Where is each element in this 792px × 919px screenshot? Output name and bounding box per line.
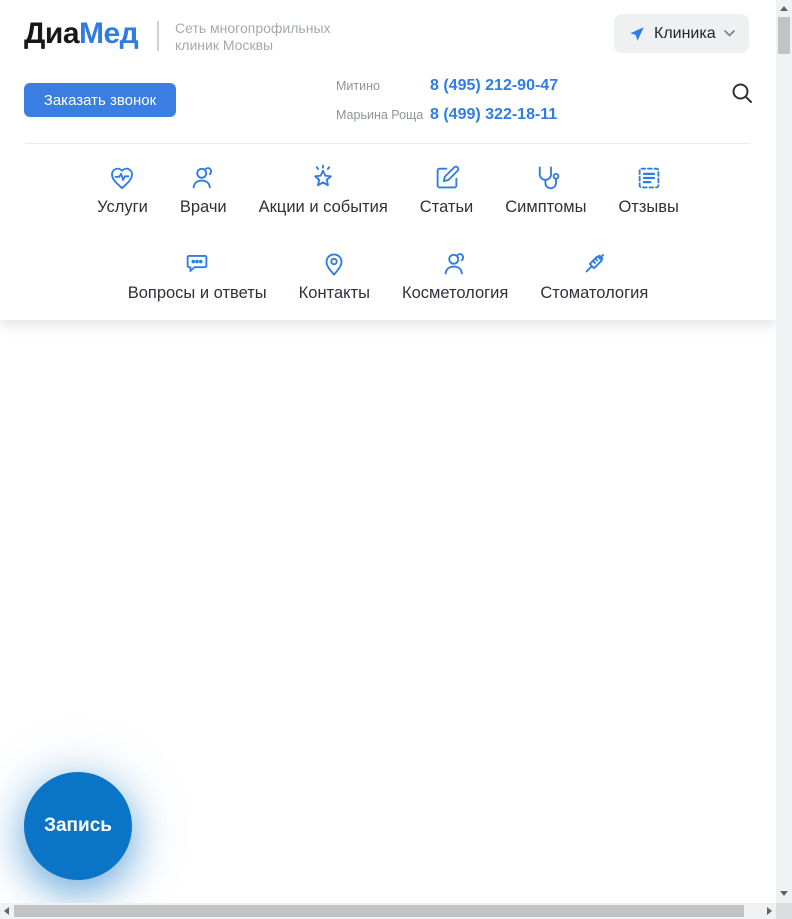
phones-block: Митино 8 (495) 212-90-47 Марьина Роща 8 … bbox=[336, 77, 558, 135]
nav-label: Симптомы bbox=[505, 198, 587, 216]
chat-icon bbox=[182, 248, 212, 280]
clinic-selector-button[interactable]: Клиника bbox=[614, 14, 749, 53]
search-icon bbox=[730, 83, 754, 108]
main-navigation: Услуги Врачи Акции и события Статьи Симп… bbox=[0, 162, 776, 302]
nav-label: Статьи bbox=[419, 198, 474, 216]
scroll-left-arrow-icon[interactable] bbox=[4, 907, 9, 915]
phone-number-link[interactable]: 8 (495) 212-90-47 bbox=[430, 77, 558, 95]
tagline-line2: клиник Москвы bbox=[175, 36, 274, 53]
nav-item-contacts[interactable]: Контакты bbox=[299, 248, 370, 302]
syringe-icon bbox=[579, 248, 609, 280]
vertical-scrollbar[interactable] bbox=[776, 0, 792, 903]
horizontal-scrollbar-thumb[interactable] bbox=[14, 905, 744, 917]
phone-location: Марьина Роща bbox=[336, 108, 424, 122]
nav-label: Вопросы и ответы bbox=[127, 284, 267, 302]
horizontal-scrollbar[interactable] bbox=[0, 903, 776, 919]
phone-location: Митино bbox=[336, 79, 380, 93]
nav-item-symptoms[interactable]: Симптомы bbox=[505, 162, 586, 216]
star-icon bbox=[308, 162, 338, 194]
order-call-button[interactable]: Заказать звонок bbox=[24, 83, 176, 117]
nav-label: Акции и события bbox=[258, 198, 388, 216]
site-logo[interactable]: ДиаМед bbox=[24, 17, 139, 51]
logo-part-dia: Диа bbox=[24, 17, 80, 50]
clinic-selector-label: Клиника bbox=[654, 24, 716, 42]
nav-label: Стоматология bbox=[540, 284, 649, 302]
tagline-line1: Сеть многопрофильных bbox=[175, 20, 331, 36]
phone-row-maryina-roshcha: Марьина Роща 8 (499) 322-18-11 bbox=[336, 106, 558, 124]
page: ДиаМед Сеть многопрофильных клиник Москв… bbox=[0, 0, 792, 919]
navigation-arrow-icon bbox=[628, 25, 646, 43]
person-icon bbox=[440, 248, 470, 280]
nav-item-promotions[interactable]: Акции и события bbox=[259, 162, 388, 216]
nav-item-cosmetology[interactable]: Косметология bbox=[402, 248, 508, 302]
edit-icon bbox=[432, 162, 462, 194]
header-divider bbox=[25, 143, 751, 144]
site-tagline: Сеть многопрофильных клиник Москвы bbox=[175, 20, 331, 53]
nav-item-services[interactable]: Услуги bbox=[97, 162, 148, 216]
search-button[interactable] bbox=[729, 81, 755, 107]
nav-item-reviews[interactable]: Отзывы bbox=[618, 162, 679, 216]
phone-number-link[interactable]: 8 (499) 322-18-11 bbox=[430, 106, 557, 124]
scroll-up-arrow-icon[interactable] bbox=[780, 6, 788, 11]
appointment-fab[interactable]: Запись bbox=[24, 772, 132, 880]
scroll-down-arrow-icon[interactable] bbox=[780, 891, 788, 896]
heart-pulse-icon bbox=[107, 162, 137, 194]
scrollbar-corner bbox=[776, 903, 792, 919]
nav-item-faq[interactable]: Вопросы и ответы bbox=[128, 248, 267, 302]
chevron-down-icon bbox=[723, 30, 735, 37]
vertical-scrollbar-thumb[interactable] bbox=[778, 17, 790, 54]
nav-item-doctors[interactable]: Врачи bbox=[180, 162, 227, 216]
nav-label: Услуги bbox=[97, 198, 148, 216]
logo-part-med: Мед bbox=[79, 17, 139, 50]
doctor-icon bbox=[188, 162, 218, 194]
stethoscope-icon bbox=[531, 162, 561, 194]
nav-label: Контакты bbox=[298, 284, 370, 302]
map-pin-icon bbox=[319, 248, 349, 280]
scroll-right-arrow-icon[interactable] bbox=[767, 907, 772, 915]
site-header: ДиаМед Сеть многопрофильных клиник Москв… bbox=[0, 0, 776, 320]
logo-divider bbox=[157, 21, 159, 51]
nav-row-2: Вопросы и ответы Контакты Косметология С… bbox=[0, 248, 776, 302]
nav-item-articles[interactable]: Статьи bbox=[420, 162, 473, 216]
phone-row-mitino: Митино 8 (495) 212-90-47 bbox=[336, 77, 558, 95]
nav-label: Косметология bbox=[401, 284, 509, 302]
nav-label: Врачи bbox=[179, 198, 227, 216]
nav-label: Отзывы bbox=[618, 198, 679, 216]
nav-item-dentistry[interactable]: Стоматология bbox=[540, 248, 648, 302]
nav-row-1: Услуги Врачи Акции и события Статьи Симп… bbox=[0, 162, 776, 216]
review-list-icon bbox=[634, 162, 664, 194]
